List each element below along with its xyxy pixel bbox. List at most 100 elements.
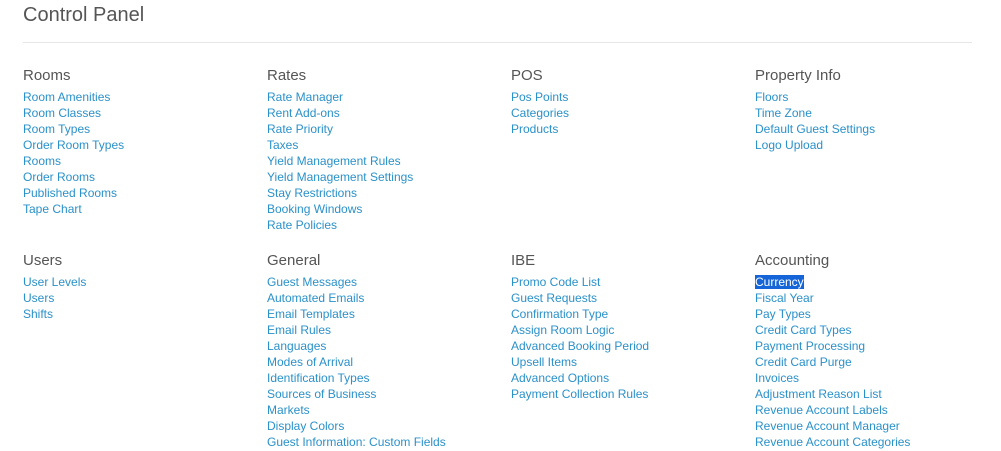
section-heading: Accounting [755, 252, 830, 269]
list-item: Revenue Account Manager [755, 418, 995, 434]
link-logo-upload[interactable]: Logo Upload [755, 138, 823, 152]
link-automated-emails[interactable]: Automated Emails [267, 291, 364, 305]
list-item: Confirmation Type [511, 306, 751, 322]
link-rate-policies[interactable]: Rate Policies [267, 218, 337, 232]
link-list: Promo Code List Guest Requests Confirmatio… [511, 274, 751, 402]
link-identification-types[interactable]: Identification Types [267, 371, 370, 385]
link-taxes[interactable]: Taxes [267, 138, 298, 152]
list-item: Revenue Account Categories [755, 434, 995, 450]
link-revenue-account-labels[interactable]: Revenue Account Labels [755, 403, 888, 417]
link-stay-restrictions[interactable]: Stay Restrictions [267, 186, 357, 200]
section-heading: General [267, 252, 321, 269]
link-list: Room Amenities Room Classes Room Types Orde… [23, 89, 263, 217]
list-item: Yield Management Rules [267, 153, 507, 169]
link-modes-of-arrival[interactable]: Modes of Arrival [267, 355, 353, 369]
list-item: Rate Priority [267, 121, 507, 137]
section-heading: Rates [267, 67, 307, 84]
link-room-amenities[interactable]: Room Amenities [23, 90, 110, 104]
list-item: Display Colors [267, 418, 507, 434]
page-title: Control Panel [23, 4, 145, 26]
link-guest-requests[interactable]: Guest Requests [511, 291, 597, 305]
link-invoices[interactable]: Invoices [755, 371, 799, 385]
link-payment-collection-rules[interactable]: Payment Collection Rules [511, 387, 648, 401]
link-rate-manager[interactable]: Rate Manager [267, 90, 343, 104]
link-yield-management-settings[interactable]: Yield Management Settings [267, 170, 413, 184]
link-fiscal-year[interactable]: Fiscal Year [755, 291, 814, 305]
section-heading: Rooms [23, 67, 71, 84]
link-advanced-booking-period[interactable]: Advanced Booking Period [511, 339, 649, 353]
list-item: Logo Upload [755, 137, 995, 153]
link-markets[interactable]: Markets [267, 403, 310, 417]
list-item: Categories [511, 105, 751, 121]
list-item: Room Types [23, 121, 263, 137]
section-rooms: Rooms Room Amenities Room Classes Room Typ… [23, 66, 263, 217]
list-item: Guest Requests [511, 290, 751, 306]
link-guest-messages[interactable]: Guest Messages [267, 275, 357, 289]
link-users[interactable]: Users [23, 291, 54, 305]
title-divider [23, 42, 972, 43]
link-shifts[interactable]: Shifts [23, 307, 53, 321]
link-floors[interactable]: Floors [755, 90, 788, 104]
link-guest-information-custom-fields[interactable]: Guest Information: Custom Fields [267, 435, 446, 449]
list-item: Pay Types [755, 306, 995, 322]
section-heading: Users [23, 252, 63, 269]
link-revenue-account-manager[interactable]: Revenue Account Manager [755, 419, 900, 433]
link-rate-priority[interactable]: Rate Priority [267, 122, 333, 136]
list-item: Email Rules [267, 322, 507, 338]
list-item: Promo Code List [511, 274, 751, 290]
link-published-rooms[interactable]: Published Rooms [23, 186, 117, 200]
link-order-room-types[interactable]: Order Room Types [23, 138, 124, 152]
link-products[interactable]: Products [511, 122, 558, 136]
link-pay-types[interactable]: Pay Types [755, 307, 811, 321]
link-languages[interactable]: Languages [267, 339, 326, 353]
list-item: Yield Management Settings [267, 169, 507, 185]
list-item: User Levels [23, 274, 263, 290]
link-display-colors[interactable]: Display Colors [267, 419, 344, 433]
list-item: Identification Types [267, 370, 507, 386]
list-item: Order Rooms [23, 169, 263, 185]
link-list: Pos Points Categories Products [511, 89, 751, 137]
link-rooms[interactable]: Rooms [23, 154, 61, 168]
list-item: Rate Manager [267, 89, 507, 105]
link-credit-card-purge[interactable]: Credit Card Purge [755, 355, 852, 369]
link-user-levels[interactable]: User Levels [23, 275, 86, 289]
link-categories[interactable]: Categories [511, 106, 569, 120]
section-property-info: Property Info Floors Time Zone Default Gue… [755, 66, 995, 153]
link-credit-card-types[interactable]: Credit Card Types [755, 323, 852, 337]
link-order-rooms[interactable]: Order Rooms [23, 170, 95, 184]
link-upsell-items[interactable]: Upsell Items [511, 355, 577, 369]
section-heading: Property Info [755, 67, 841, 84]
link-list: Guest Messages Automated Emails Email Temp… [267, 274, 507, 450]
list-item: Guest Information: Custom Fields [267, 434, 507, 450]
link-sources-of-business[interactable]: Sources of Business [267, 387, 376, 401]
link-email-rules[interactable]: Email Rules [267, 323, 331, 337]
link-rent-add-ons[interactable]: Rent Add-ons [267, 106, 340, 120]
link-advanced-options[interactable]: Advanced Options [511, 371, 609, 385]
list-item: Invoices [755, 370, 995, 386]
list-item: Time Zone [755, 105, 995, 121]
list-item: Email Templates [267, 306, 507, 322]
link-payment-processing[interactable]: Payment Processing [755, 339, 865, 353]
link-default-guest-settings[interactable]: Default Guest Settings [755, 122, 875, 136]
link-revenue-account-categories[interactable]: Revenue Account Categories [755, 435, 910, 449]
link-room-classes[interactable]: Room Classes [23, 106, 101, 120]
list-item: Payment Processing [755, 338, 995, 354]
list-item: Modes of Arrival [267, 354, 507, 370]
link-room-types[interactable]: Room Types [23, 122, 90, 136]
link-booking-windows[interactable]: Booking Windows [267, 202, 362, 216]
link-assign-room-logic[interactable]: Assign Room Logic [511, 323, 614, 337]
link-adjustment-reason-list[interactable]: Adjustment Reason List [755, 387, 882, 401]
link-yield-management-rules[interactable]: Yield Management Rules [267, 154, 401, 168]
list-item: Room Classes [23, 105, 263, 121]
link-promo-code-list[interactable]: Promo Code List [511, 275, 600, 289]
list-item: Shifts [23, 306, 263, 322]
link-list: User Levels Users Shifts [23, 274, 263, 322]
link-confirmation-type[interactable]: Confirmation Type [511, 307, 608, 321]
link-email-templates[interactable]: Email Templates [267, 307, 355, 321]
link-tape-chart[interactable]: Tape Chart [23, 202, 82, 216]
link-currency[interactable]: Currency [755, 275, 804, 289]
link-time-zone[interactable]: Time Zone [755, 106, 812, 120]
link-pos-points[interactable]: Pos Points [511, 90, 568, 104]
list-item: Markets [267, 402, 507, 418]
list-item: Advanced Options [511, 370, 751, 386]
